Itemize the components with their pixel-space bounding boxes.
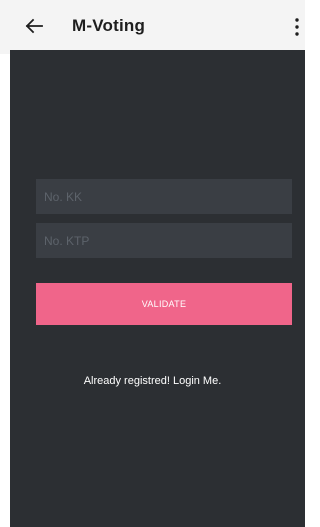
more-vertical-icon[interactable] <box>293 16 301 38</box>
form-panel: VALIDATE Already registred! Login Me. <box>10 50 305 527</box>
kk-number-input[interactable] <box>36 179 292 214</box>
ktp-number-input[interactable] <box>36 223 292 258</box>
validate-button[interactable]: VALIDATE <box>36 283 292 325</box>
page-title: M-Voting <box>72 16 146 35</box>
login-link[interactable]: Already registred! Login Me. <box>10 375 295 387</box>
arrow-left-icon[interactable] <box>22 14 46 38</box>
app-bar: M-Voting <box>0 0 305 54</box>
